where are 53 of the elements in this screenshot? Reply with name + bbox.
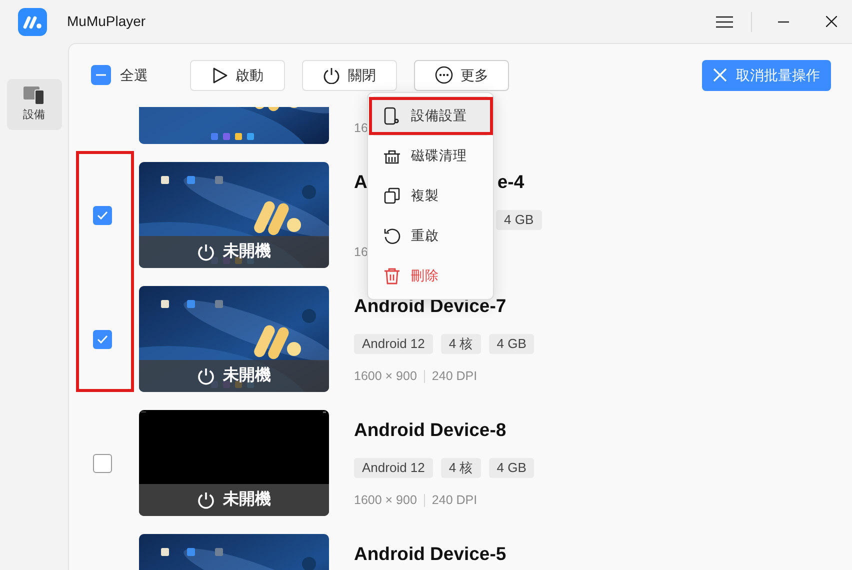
menu-item[interactable]: 磁碟清理: [371, 136, 490, 176]
power-icon: [197, 367, 215, 385]
status-text: 未開機: [223, 490, 271, 510]
status-text: 未開機: [223, 366, 271, 386]
device-name: Android Device-5: [354, 542, 506, 566]
devices-icon: [23, 86, 45, 105]
play-icon: [212, 66, 228, 84]
device-settings-icon: [383, 107, 401, 125]
check-icon: [96, 334, 108, 344]
device-spec: 240 DPI: [432, 492, 478, 509]
shutdown-button[interactable]: 關閉: [302, 60, 397, 90]
spec-tag: 4 核: [440, 334, 481, 354]
more-icon: [434, 66, 452, 84]
device-name: A: [354, 170, 368, 194]
device-spec: 16: [354, 244, 368, 261]
app-logo-icon: [18, 8, 47, 36]
spec-tag: 4 核: [440, 458, 481, 478]
spec-tag: Android 12: [354, 458, 433, 478]
spec-tag: Android 12: [354, 334, 433, 354]
check-icon: [96, 210, 108, 220]
menu-item[interactable]: 複製: [371, 176, 490, 216]
more-button[interactable]: 更多: [414, 60, 509, 90]
window-title: MuMuPlayer: [67, 12, 146, 31]
menu-item[interactable]: 重啟: [371, 216, 490, 256]
spec-tag: 4 GB: [488, 334, 534, 354]
power-icon: [323, 66, 340, 84]
minimize-icon: [778, 20, 788, 22]
copy-icon: [383, 187, 401, 205]
device-spec: 240 DPI: [432, 368, 478, 385]
status-text: 未開機: [223, 242, 271, 262]
spec-tag: 4 GB: [496, 210, 542, 230]
start-button[interactable]: 啟動: [190, 60, 285, 90]
select-all-label[interactable]: 全選: [120, 64, 148, 86]
row-checkbox[interactable]: [92, 330, 112, 348]
sidebar-item[interactable]: 設備: [6, 79, 62, 130]
power-icon: [197, 243, 215, 261]
close-icon: [713, 68, 727, 82]
row-checkbox[interactable]: [92, 454, 112, 472]
trash-icon: [383, 267, 401, 285]
spec-tag: 4 GB: [488, 458, 534, 478]
power-icon: [197, 491, 215, 509]
minus-icon: [96, 74, 106, 76]
device-spec: 16: [354, 120, 368, 137]
device-spec: 1600 × 900: [354, 492, 417, 509]
device-name: Android Device-7: [354, 294, 506, 318]
row-checkbox[interactable]: [92, 206, 112, 224]
select-all-checkbox[interactable]: [91, 65, 111, 85]
restart-icon: [383, 227, 401, 245]
device-name: Android Device-8: [354, 418, 506, 442]
device-name: e-4: [497, 170, 524, 194]
menu-item[interactable]: 刪除: [371, 256, 490, 296]
close-icon: [826, 16, 836, 27]
device-spec: 1600 × 900: [354, 368, 417, 385]
